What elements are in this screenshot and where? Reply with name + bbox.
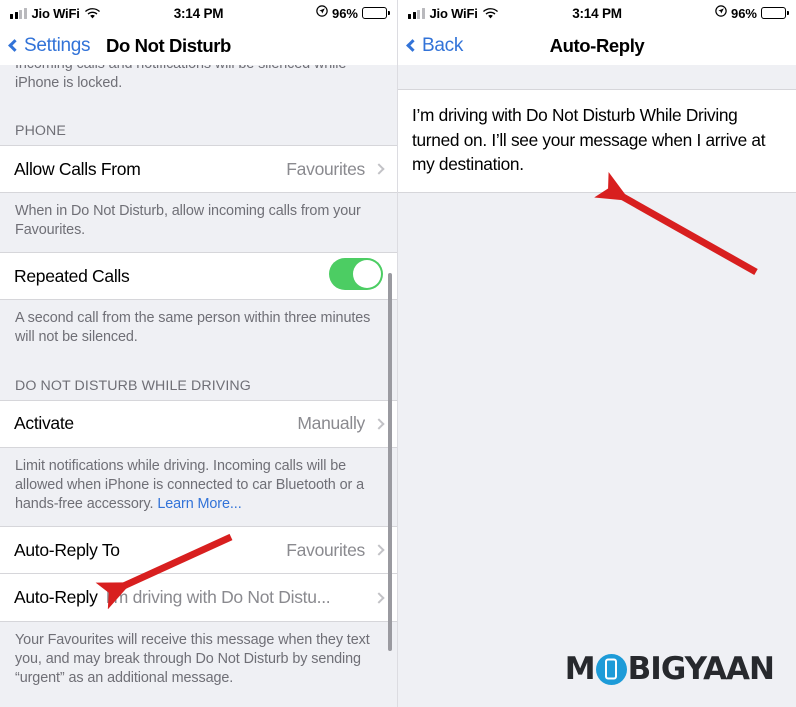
chevron-right-icon <box>373 417 385 430</box>
row-auto-reply[interactable]: Auto-Reply I’m driving with Do Not Distu… <box>0 574 397 623</box>
chevron-right-icon <box>373 544 385 556</box>
status-bar-right-group: 96% <box>715 4 789 22</box>
auto-reply-message-field[interactable]: I’m driving with Do Not Disturb While Dr… <box>398 89 796 193</box>
repeated-calls-toggle[interactable] <box>329 257 383 295</box>
mobigyaan-watermark: M BIGYAAN <box>564 651 775 687</box>
footer-note-repeated-calls: A second call from the same person withi… <box>15 310 371 346</box>
chevron-right-icon <box>373 163 385 175</box>
row-activate[interactable]: Activate Manually <box>0 399 397 448</box>
learn-more-link[interactable]: Learn More... <box>157 496 241 512</box>
row-allow-calls-from[interactable]: Allow Calls From Favourites <box>0 145 397 193</box>
back-button[interactable]: Back <box>406 34 464 57</box>
status-bar-right-group: 96% <box>316 4 390 22</box>
battery-percent-label: 96% <box>331 5 358 21</box>
clipped-top-note-text: Incoming calls and notifications will be… <box>15 65 346 92</box>
phone-in-circle-icon <box>595 653 627 685</box>
nav-bar-left: Settings Do Not Disturb <box>0 26 397 65</box>
location-arrow-icon <box>715 4 727 22</box>
battery-percent-label: 96% <box>730 5 757 21</box>
row-allow-calls-from-label: Allow Calls From <box>14 158 141 179</box>
row-repeated-calls[interactable]: Repeated Calls <box>0 252 397 301</box>
row-allow-calls-from-value: Favourites <box>286 158 365 179</box>
row-auto-reply-label: Auto-Reply <box>14 587 98 608</box>
screenshot-root: Jio WiFi 3:14 PM 96% Settings Do Not Dis… <box>0 0 796 707</box>
status-bar-right: Jio WiFi 3:14 PM 96% <box>398 0 796 26</box>
footer-note-dnd-driving: Limit notifications while driving. Incom… <box>0 448 397 526</box>
auto-reply-content: I’m driving with Do Not Disturb While Dr… <box>398 89 796 707</box>
row-activate-label: Activate <box>14 413 74 434</box>
auto-reply-message-text: I’m driving with Do Not Disturb While Dr… <box>412 105 766 175</box>
location-arrow-icon <box>316 4 328 22</box>
row-auto-reply-value: I’m driving with Do Not Distu... <box>105 587 331 608</box>
footer-note-allow-calls: When in Do Not Disturb, allow incoming c… <box>15 203 361 239</box>
chevron-right-icon <box>373 591 385 604</box>
vertical-scrollbar[interactable] <box>388 273 392 651</box>
right-phone-screen: Jio WiFi 3:14 PM 96% Back Auto-Reply I’m… <box>398 0 796 707</box>
chevron-left-icon <box>406 38 419 52</box>
clipped-top-note: Incoming calls and notifications will be… <box>0 65 397 105</box>
battery-full-icon <box>362 7 390 19</box>
section-header-dnd-driving: DO NOT DISTURB WHILE DRIVING <box>15 377 251 394</box>
battery-full-icon <box>761 7 789 19</box>
row-auto-reply-to-value: Favourites <box>286 539 365 560</box>
nav-bar-right: Back Auto-Reply <box>398 26 796 65</box>
row-auto-reply-to[interactable]: Auto-Reply To Favourites <box>0 526 397 575</box>
left-phone-screen: Jio WiFi 3:14 PM 96% Settings Do Not Dis… <box>0 0 398 707</box>
watermark-text-after: BIGYAAN <box>627 651 775 687</box>
chevron-left-icon <box>8 38 21 52</box>
status-bar-left: Jio WiFi 3:14 PM 96% <box>0 0 397 26</box>
back-button-label: Back <box>422 34 464 56</box>
watermark-text-before: M <box>564 651 596 687</box>
footer-note-auto-reply: Your Favourites will receive this messag… <box>15 632 370 687</box>
row-auto-reply-to-label: Auto-Reply To <box>14 539 120 560</box>
settings-scroll-area[interactable]: Incoming calls and notifications will be… <box>0 65 397 707</box>
section-header-phone: PHONE <box>15 123 66 139</box>
back-button-settings[interactable]: Settings <box>8 34 91 57</box>
row-repeated-calls-label: Repeated Calls <box>14 265 130 286</box>
row-activate-value: Manually <box>297 413 365 434</box>
back-button-label: Settings <box>24 34 91 56</box>
